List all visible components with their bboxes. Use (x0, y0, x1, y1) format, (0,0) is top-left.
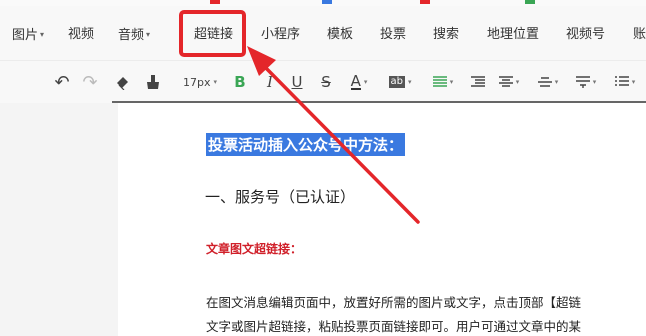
red-arrow-shaft (260, 62, 420, 224)
annotation-overlay (247, 46, 420, 224)
